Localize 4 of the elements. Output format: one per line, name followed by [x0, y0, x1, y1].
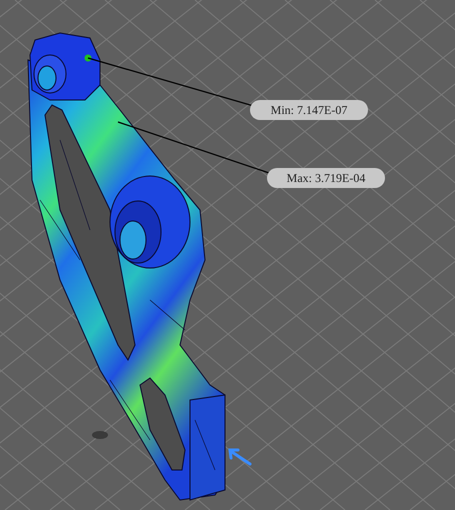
probe-value-label: Min: 7.147E-07: [250, 100, 368, 120]
origin-marker-icon: [92, 431, 108, 439]
load-arrow-icon: [228, 448, 252, 466]
probe-value-label: Max: 3.719E-04: [267, 168, 385, 188]
